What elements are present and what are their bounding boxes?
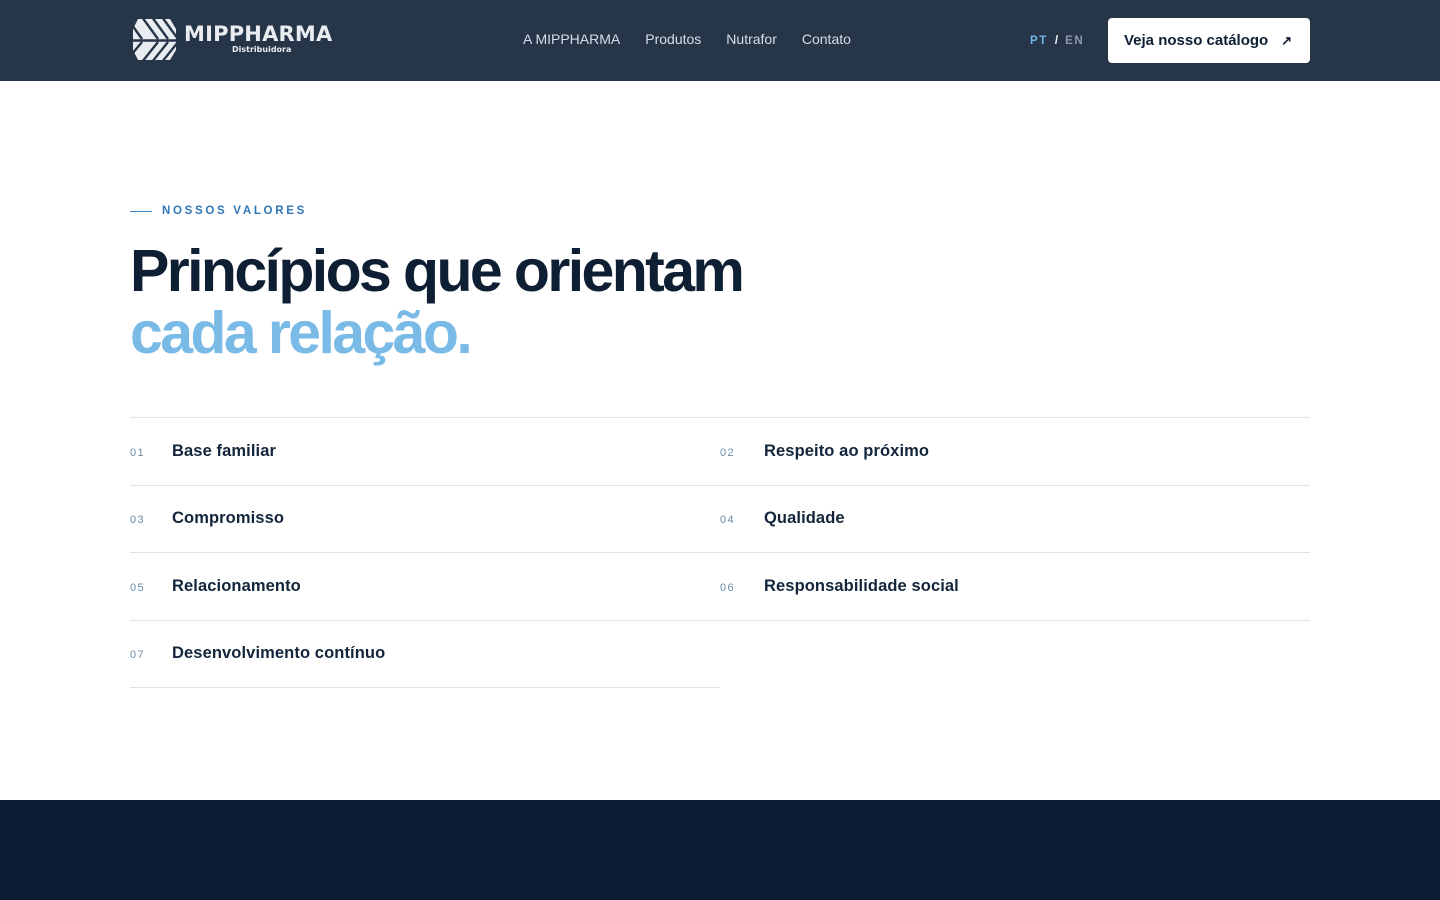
nav-link-about[interactable]: A MIPPHARMA <box>523 31 620 48</box>
value-label: Desenvolvimento contínuo <box>172 644 386 663</box>
value-label: Qualidade <box>764 509 845 528</box>
value-number: 07 <box>130 649 146 662</box>
section-eyebrow: NOSSOS VALORES <box>130 204 307 218</box>
eyebrow-divider <box>130 210 152 212</box>
language-en[interactable]: EN <box>1065 34 1084 48</box>
value-number: 06 <box>720 581 736 594</box>
value-item: 01 Base familiar <box>130 418 720 486</box>
section-title-line2: cada relação. <box>130 300 473 366</box>
language-separator: / <box>1054 35 1059 47</box>
value-number: 05 <box>130 581 146 594</box>
value-label: Respeito ao próximo <box>764 441 930 460</box>
value-item: 05 Relacionamento <box>130 553 720 621</box>
logo-name: MIPPHARMA <box>184 22 333 46</box>
nav-link-nutrafor[interactable]: Nutrafor <box>726 31 777 48</box>
catalog-button-label: Veja nosso catálogo <box>1124 32 1269 49</box>
value-label: Relacionamento <box>172 576 301 595</box>
catalog-button[interactable]: Veja nosso catálogo ↗ <box>1108 18 1310 63</box>
value-item: 04 Qualidade <box>720 486 1310 553</box>
value-label: Compromisso <box>172 509 285 528</box>
value-number: 01 <box>130 446 146 459</box>
value-number: 02 <box>720 446 736 459</box>
section-title: Princípios que orientam cada relação. <box>130 238 745 366</box>
top-navigation-bar: MIPPHARMA Distribuidora A MIPPHARMA Prod… <box>0 0 1440 81</box>
logo-subtitle: Distribuidora <box>232 45 292 54</box>
value-item: 07 Desenvolvimento contínuo <box>130 621 720 688</box>
value-number: 04 <box>720 514 736 527</box>
value-item: 06 Responsabilidade social <box>720 553 1310 621</box>
brand-logo[interactable]: MIPPHARMA Distribuidora <box>132 17 334 62</box>
logo-mark-icon <box>132 17 177 62</box>
value-item: 03 Compromisso <box>130 486 720 553</box>
main-nav: A MIPPHARMA Produtos Nutrafor Contato <box>523 31 851 48</box>
logo-wordmark: MIPPHARMA Distribuidora <box>184 17 334 62</box>
external-arrow-icon: ↗ <box>1281 32 1292 48</box>
nav-link-products[interactable]: Produtos <box>645 31 701 48</box>
nav-link-contact[interactable]: Contato <box>802 31 851 48</box>
language-pt[interactable]: PT <box>1030 34 1048 48</box>
value-label: Responsabilidade social <box>764 576 959 595</box>
values-list: 01 Base familiar 02 Respeito ao próximo … <box>130 417 1310 688</box>
value-label: Base familiar <box>172 441 277 460</box>
language-switcher: PT / EN <box>1030 34 1084 48</box>
eyebrow-label: NOSSOS VALORES <box>162 205 307 217</box>
next-section-band <box>0 800 1440 900</box>
value-number: 03 <box>130 514 146 527</box>
section-title-line1: Princípios que orientam <box>130 238 745 304</box>
value-item: 02 Respeito ao próximo <box>720 418 1310 486</box>
